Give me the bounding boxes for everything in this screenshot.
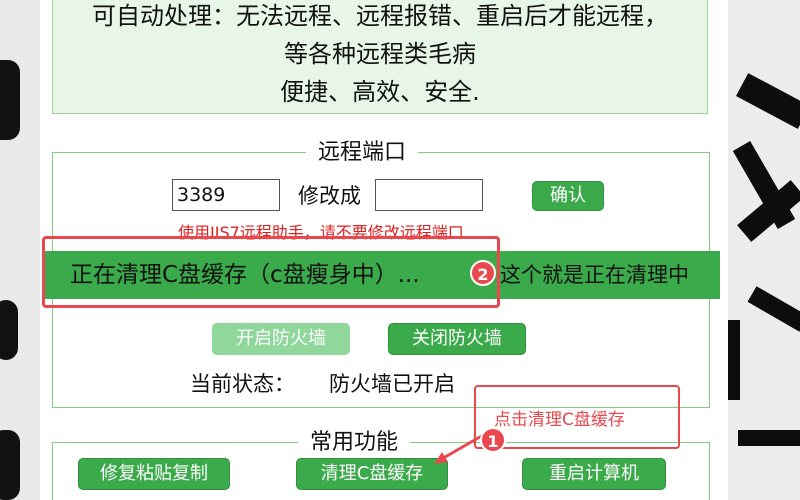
background-shape	[738, 430, 800, 446]
enable-firewall-button[interactable]: 开启防火墙	[212, 323, 350, 355]
notice-line: 等各种远程类毛病	[284, 40, 476, 68]
annotation-arrow-icon	[434, 428, 493, 464]
background-shape	[747, 286, 800, 332]
background-shape	[0, 60, 20, 140]
status-value: 防火墙已开启	[329, 372, 455, 396]
background-shape	[0, 430, 20, 500]
modify-label: 修改成	[298, 184, 361, 208]
background-shape	[0, 300, 18, 360]
feature-notice: 可自动处理：无法远程、远程报错、重启后才能远程， 等各种远程类毛病 便捷、高效、…	[52, 0, 708, 114]
restart-computer-button[interactable]: 重启计算机	[522, 458, 666, 490]
firewall-status: 当前状态： 防火墙已开启	[190, 368, 455, 398]
background-shape	[735, 73, 800, 129]
current-port-input[interactable]	[172, 179, 280, 211]
annotation-badge: 2	[470, 260, 496, 286]
background-shape	[728, 320, 740, 400]
common-functions-legend: 常用功能	[298, 430, 411, 456]
new-port-input[interactable]	[375, 179, 483, 211]
status-label: 当前状态：	[190, 372, 295, 396]
annotation-highlight-box	[42, 236, 500, 308]
annotation-badge: 1	[480, 427, 506, 453]
remote-port-legend: 远程端口	[306, 140, 419, 166]
background-right	[728, 0, 800, 500]
notice-line: 可自动处理：无法远程、远程报错、重启后才能远程，	[92, 2, 668, 30]
notice-line: 便捷、高效、安全.	[280, 78, 480, 106]
background-left	[0, 0, 40, 500]
port-row: 修改成	[172, 178, 483, 212]
confirm-button[interactable]: 确认	[532, 181, 604, 211]
cleanup-note: 这个就是正在清理中	[500, 263, 689, 287]
disable-firewall-button[interactable]: 关闭防火墙	[388, 323, 526, 355]
fix-paste-copy-button[interactable]: 修复粘贴复制	[78, 458, 230, 490]
